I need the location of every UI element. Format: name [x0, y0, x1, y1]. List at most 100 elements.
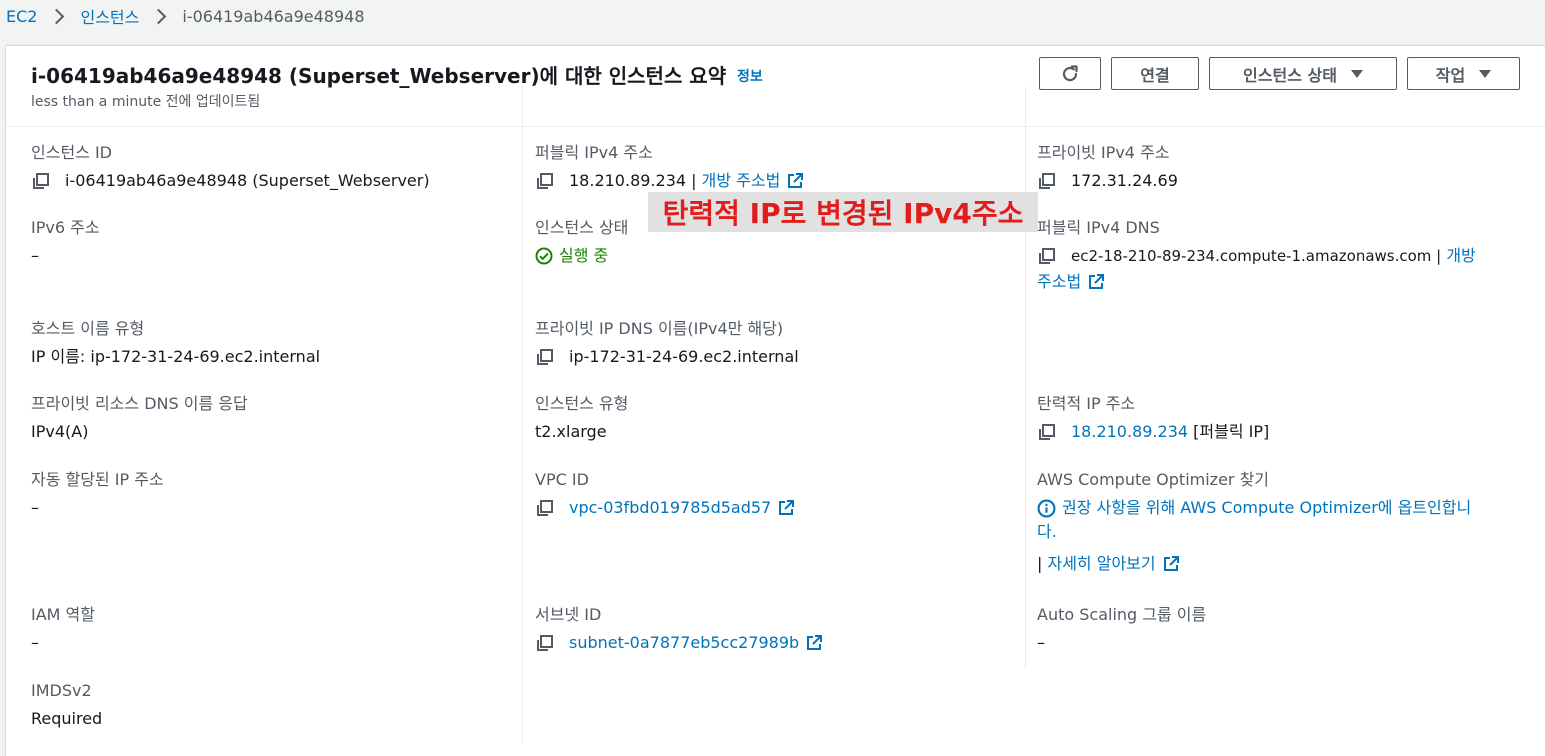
field-label: 인스턴스 상태 — [535, 218, 629, 237]
field-label: IPv6 주소 — [31, 218, 100, 237]
refresh-button[interactable] — [1039, 57, 1101, 90]
field-value: vpc-03fbd019785d5ad57 — [535, 497, 795, 519]
field-value: – — [31, 498, 39, 517]
copy-icon[interactable] — [535, 347, 555, 367]
field-label: 인스턴스 유형 — [535, 394, 629, 413]
connect-button[interactable]: 연결 — [1111, 57, 1199, 90]
panel-header: i-06419ab46a9e48948 (Superset_Webserver)… — [6, 46, 1545, 127]
field-private-ip-dns: 프라이빗 IP DNS 이름(IPv4만 해당) ip-172-31-24-69… — [535, 318, 799, 368]
open-address-link[interactable]: 주소법 — [1037, 271, 1081, 293]
field-label: 자동 할당된 IP 주소 — [31, 470, 164, 489]
field-label: 호스트 이름 유형 — [31, 319, 145, 338]
external-link-icon[interactable] — [805, 634, 823, 652]
learn-more-row: | 자세히 알아보기 — [1037, 553, 1517, 575]
page-title: i-06419ab46a9e48948 (Superset_Webserver)… — [31, 64, 727, 88]
check-circle-icon — [535, 247, 553, 265]
field-value: 18.210.89.234 [퍼블릭 IP] — [1037, 421, 1269, 443]
field-value: 172.31.24.69 — [1037, 170, 1178, 192]
field-compute-optimizer: AWS Compute Optimizer 찾기 권장 사항을 위해 AWS C… — [1037, 469, 1517, 575]
breadcrumb: EC2 인스턴스 i-06419ab46a9e48948 — [6, 4, 365, 28]
external-link-icon[interactable] — [777, 499, 795, 517]
field-elastic-ip: 탄력적 IP 주소 18.210.89.234 [퍼블릭 IP] — [1037, 393, 1269, 443]
field-value: – — [31, 246, 39, 265]
public-ipv4-value: 18.210.89.234 | — [569, 171, 697, 190]
field-label: Auto Scaling 그룹 이름 — [1037, 605, 1207, 624]
field-value: IP 이름: ip-172-31-24-69.ec2.internal — [31, 347, 321, 366]
copy-icon[interactable] — [31, 171, 51, 191]
field-value: – — [1037, 633, 1045, 652]
field-private-resource-dns: 프라이빗 리소스 DNS 이름 응답 IPv4(A) — [31, 393, 248, 443]
field-label: 서브넷 ID — [535, 605, 602, 624]
external-link-icon[interactable] — [1162, 555, 1180, 573]
instance-id-value: i-06419ab46a9e48948 (Superset_Webserver) — [65, 171, 430, 190]
compute-optimizer-link[interactable]: 권장 사항을 위해 AWS Compute Optimizer에 옵트인합니 — [1062, 497, 1471, 519]
connect-button-label: 연결 — [1140, 65, 1170, 85]
field-label: VPC ID — [535, 470, 589, 489]
field-value: – — [31, 633, 39, 652]
field-label: 프라이빗 IPv4 주소 — [1037, 143, 1170, 162]
breadcrumb-current: i-06419ab46a9e48948 — [182, 6, 365, 26]
field-public-ipv4: 퍼블릭 IPv4 주소 18.210.89.234 | 개방 주소법 — [535, 142, 804, 192]
field-value: i-06419ab46a9e48948 (Superset_Webserver) — [31, 170, 430, 192]
elastic-ip-link[interactable]: 18.210.89.234 — [1071, 421, 1188, 443]
field-label: 퍼블릭 IPv4 주소 — [535, 143, 653, 162]
open-address-link[interactable]: 개방 — [1446, 245, 1475, 267]
subnet-id-link[interactable]: subnet-0a7877eb5cc27989b — [569, 632, 799, 654]
chevron-right-icon — [151, 8, 167, 24]
field-value-continued[interactable]: 다. — [1037, 521, 1517, 543]
open-address-link[interactable]: 개방 주소법 — [702, 170, 781, 192]
field-value: 18.210.89.234 | 개방 주소법 — [535, 170, 804, 192]
field-auto-scaling: Auto Scaling 그룹 이름 – — [1037, 604, 1206, 654]
learn-more-link[interactable]: 자세히 알아보기 — [1047, 553, 1155, 575]
copy-icon[interactable] — [535, 498, 555, 518]
field-label: 탄력적 IP 주소 — [1037, 394, 1136, 413]
external-link-icon[interactable] — [786, 172, 804, 190]
field-value: 실행 중 — [535, 245, 628, 267]
field-value: t2.xlarge — [535, 422, 607, 441]
external-link-icon[interactable] — [1087, 273, 1105, 291]
breadcrumb-instances[interactable]: 인스턴스 — [80, 4, 139, 28]
field-subnet-id: 서브넷 ID subnet-0a7877eb5cc27989b — [535, 604, 823, 654]
copy-icon[interactable] — [1037, 171, 1057, 191]
field-instance-id: 인스턴스 ID i-06419ab46a9e48948 (Superset_We… — [31, 142, 430, 192]
field-value: ip-172-31-24-69.ec2.internal — [535, 346, 799, 368]
elastic-ip-suffix: [퍼블릭 IP] — [1193, 422, 1270, 441]
field-label: 프라이빗 IP DNS 이름(IPv4만 해당) — [535, 319, 784, 338]
caret-down-icon — [1479, 69, 1492, 78]
caret-down-icon — [1350, 69, 1363, 78]
field-label: 프라이빗 리소스 DNS 이름 응답 — [31, 394, 248, 413]
field-label: 인스턴스 ID — [31, 143, 113, 162]
field-public-dns: 퍼블릭 IPv4 DNS ec2-18-210-89-234.compute-1… — [1037, 217, 1476, 293]
copy-icon[interactable] — [535, 171, 555, 191]
field-ipv6: IPv6 주소 – — [31, 217, 100, 267]
actions-dropdown-label: 작업 — [1435, 65, 1466, 85]
instance-state-dropdown[interactable]: 인스턴스 상태 — [1209, 57, 1397, 90]
column-divider — [1025, 86, 1026, 669]
copy-icon[interactable] — [535, 633, 555, 653]
field-label: 퍼블릭 IPv4 DNS — [1037, 218, 1160, 237]
breadcrumb-ec2[interactable]: EC2 — [6, 7, 37, 26]
vpc-id-link[interactable]: vpc-03fbd019785d5ad57 — [569, 497, 771, 519]
field-private-ipv4: 프라이빗 IPv4 주소 172.31.24.69 — [1037, 142, 1178, 192]
annotation-overlay: 탄력적 IP로 변경된 IPv4주소 — [648, 192, 1038, 232]
field-value: IPv4(A) — [31, 422, 89, 441]
field-label: AWS Compute Optimizer 찾기 — [1037, 470, 1270, 489]
field-value: ec2-18-210-89-234.compute-1.amazonaws.co… — [1037, 245, 1476, 267]
actions-dropdown[interactable]: 작업 — [1407, 57, 1520, 90]
field-value: subnet-0a7877eb5cc27989b — [535, 632, 823, 654]
private-ipv4-value: 172.31.24.69 — [1071, 171, 1178, 190]
public-dns-value: ec2-18-210-89-234.compute-1.amazonaws.co… — [1071, 247, 1442, 265]
field-label: IMDSv2 — [31, 681, 92, 700]
copy-icon[interactable] — [1037, 422, 1057, 442]
field-value-continued: 주소법 — [1037, 271, 1476, 293]
field-imdsv2: IMDSv2 Required — [31, 680, 102, 730]
info-link[interactable]: 정보 — [737, 66, 763, 86]
field-instance-state: 인스턴스 상태 실행 중 — [535, 217, 628, 267]
chevron-right-icon — [49, 8, 65, 24]
column-divider — [522, 86, 523, 744]
field-hostname-type: 호스트 이름 유형 IP 이름: ip-172-31-24-69.ec2.int… — [31, 318, 320, 368]
field-auto-assigned-ip: 자동 할당된 IP 주소 – — [31, 469, 164, 519]
field-label: IAM 역할 — [31, 605, 95, 624]
field-value: 권장 사항을 위해 AWS Compute Optimizer에 옵트인합니 — [1037, 497, 1517, 519]
copy-icon[interactable] — [1037, 246, 1057, 266]
